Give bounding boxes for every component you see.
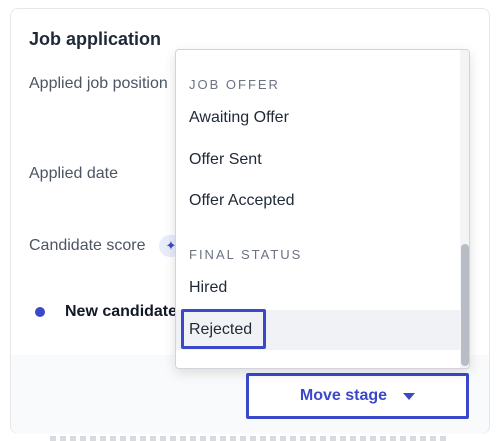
status-dot	[35, 307, 45, 317]
applied-job-position-label: Applied job position	[29, 75, 168, 92]
section-header-final-status: FINAL STATUS	[189, 247, 303, 262]
candidate-score-label: Candidate score	[29, 237, 146, 254]
next-card-peek	[50, 436, 450, 441]
menu-item-awaiting-offer[interactable]: Awaiting Offer	[176, 98, 460, 138]
menu-item-offer-sent[interactable]: Offer Sent	[176, 140, 460, 180]
applied-date-label: Applied date	[29, 165, 118, 182]
scroll-thumb[interactable]	[461, 244, 469, 366]
status-label: New candidate	[65, 303, 178, 320]
move-stage-button[interactable]: Move stage	[246, 373, 469, 419]
menu-item-rejected[interactable]: Rejected	[176, 310, 460, 350]
menu-item-offer-accepted[interactable]: Offer Accepted	[176, 181, 460, 221]
move-stage-label: Move stage	[299, 387, 388, 404]
chevron-down-icon	[403, 392, 416, 400]
card-title: Job application	[29, 29, 162, 49]
section-header-job-offer: JOB OFFER	[189, 77, 280, 92]
stage-dropdown-menu: JOB OFFER Awaiting Offer Offer Sent Offe…	[175, 49, 470, 369]
candidate-status: New candidate	[35, 303, 177, 321]
menu-item-hired[interactable]: Hired	[176, 268, 460, 308]
dropdown-scrollbar[interactable]	[460, 50, 469, 368]
